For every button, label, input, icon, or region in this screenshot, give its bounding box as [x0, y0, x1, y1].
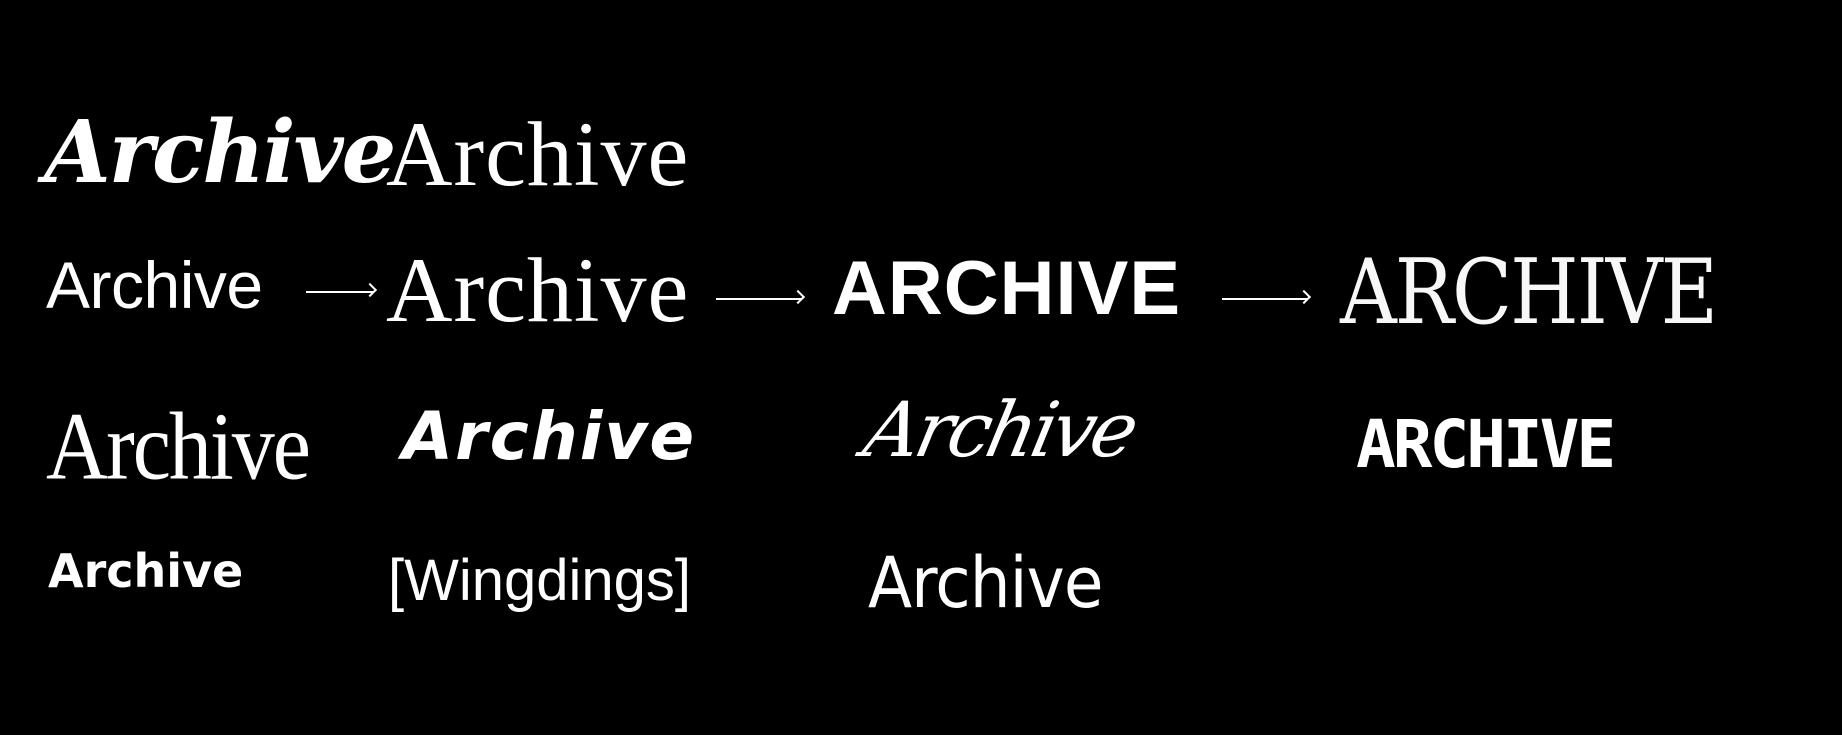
font-sample-condensed-serif: Archive [46, 392, 311, 500]
font-sample-canvas: Archive Archive Archive Archive ARCHIVE … [0, 0, 1842, 735]
font-sample-comic-bold: Archive [402, 398, 697, 475]
font-sample-calligraphic: Archive [856, 385, 1143, 474]
font-sample-script-bold: Archive [44, 102, 396, 203]
font-sample-display-serif-caps: ARCHIVE [1340, 240, 1718, 345]
font-sample-handwritten: Archive [868, 542, 1103, 624]
arrow-right-icon [306, 291, 374, 293]
font-sample-pixel-serif-2: Archive [386, 239, 690, 341]
font-sample-pixel-caps: ARCHIVE [1356, 406, 1616, 483]
font-sample-sans-light: Archive [46, 248, 263, 322]
font-sample-sans-bold-caps: ARCHIVE [832, 246, 1182, 331]
font-sample-wingdings-label: [Wingdings] [388, 548, 692, 613]
arrow-right-icon [1222, 298, 1308, 300]
font-sample-pixel-serif: Archive [386, 103, 690, 205]
arrow-right-icon [716, 298, 802, 300]
font-sample-pixel-small: Archive [48, 544, 244, 598]
